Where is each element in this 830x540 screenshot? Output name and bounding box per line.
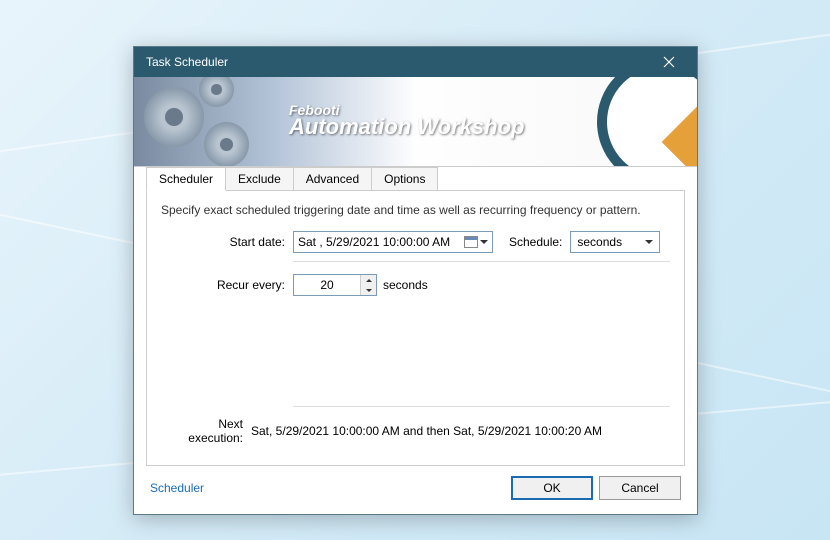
recur-unit: seconds bbox=[383, 278, 428, 292]
separator bbox=[293, 261, 670, 262]
tab-strip: Scheduler Exclude Advanced Options bbox=[146, 167, 685, 190]
next-exec-value: Sat, 5/29/2021 10:00:00 AM and then Sat,… bbox=[251, 424, 602, 438]
start-date-input[interactable]: Sat , 5/29/2021 10:00:00 AM bbox=[293, 231, 493, 253]
banner: Febooti Automation Workshop bbox=[134, 77, 697, 167]
task-scheduler-window: Task Scheduler Febooti Automation Worksh… bbox=[133, 46, 698, 515]
banner-text: Febooti Automation Workshop bbox=[289, 102, 524, 140]
next-exec-label: Next execution: bbox=[161, 417, 251, 445]
brand-big: Automation Workshop bbox=[289, 114, 524, 140]
separator bbox=[293, 406, 670, 407]
tab-options[interactable]: Options bbox=[371, 167, 438, 190]
schedule-value: seconds bbox=[577, 235, 622, 249]
recur-spinner[interactable] bbox=[293, 274, 377, 296]
start-date-label: Start date: bbox=[161, 235, 293, 249]
titlebar[interactable]: Task Scheduler bbox=[134, 47, 697, 77]
spin-down-button[interactable] bbox=[361, 285, 376, 295]
spin-up-button[interactable] bbox=[361, 275, 376, 285]
dialog-footer: Scheduler OK Cancel bbox=[146, 466, 685, 502]
window-title: Task Scheduler bbox=[142, 55, 649, 69]
calendar-icon[interactable] bbox=[464, 236, 478, 248]
description-text: Specify exact scheduled triggering date … bbox=[161, 203, 670, 217]
start-date-value: Sat , 5/29/2021 10:00:00 AM bbox=[298, 235, 450, 249]
recur-value-input[interactable] bbox=[294, 275, 360, 295]
tab-scheduler[interactable]: Scheduler bbox=[146, 167, 226, 191]
chevron-down-icon bbox=[645, 240, 653, 244]
schedule-select[interactable]: seconds bbox=[570, 231, 660, 253]
schedule-label: Schedule: bbox=[509, 235, 562, 249]
gear-icon bbox=[204, 122, 249, 167]
tab-advanced[interactable]: Advanced bbox=[293, 167, 372, 190]
gear-icon bbox=[199, 77, 234, 107]
tab-exclude[interactable]: Exclude bbox=[225, 167, 294, 190]
recur-label: Recur every: bbox=[161, 278, 293, 292]
close-button[interactable] bbox=[649, 48, 689, 76]
tab-content: Specify exact scheduled triggering date … bbox=[146, 190, 685, 466]
clock-icon bbox=[597, 77, 697, 167]
chevron-down-icon[interactable] bbox=[480, 240, 488, 244]
ok-button[interactable]: OK bbox=[511, 476, 593, 500]
cancel-button[interactable]: Cancel bbox=[599, 476, 681, 500]
scheduler-link[interactable]: Scheduler bbox=[150, 481, 204, 495]
gear-icon bbox=[144, 87, 204, 147]
close-icon bbox=[663, 56, 675, 68]
